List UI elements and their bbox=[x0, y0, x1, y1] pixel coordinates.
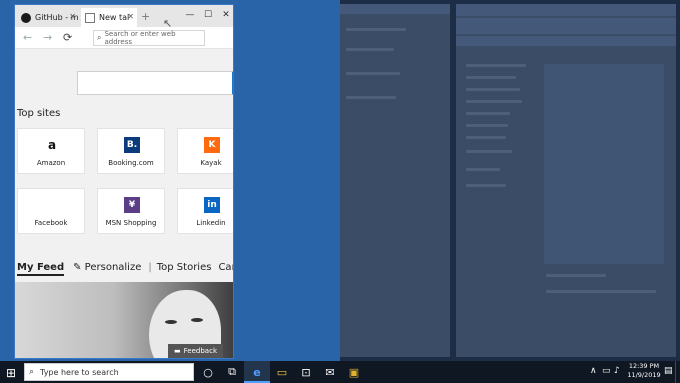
search-icon: ⌕ bbox=[97, 33, 102, 42]
web-search-input[interactable] bbox=[77, 71, 233, 95]
top-site-label: Amazon bbox=[36, 159, 66, 167]
feed-nav: My Feed ✎ Personalize | Top Stories Cana… bbox=[17, 260, 233, 276]
top-site-tile-facebook[interactable]: Facebook bbox=[17, 188, 85, 234]
notification-icon[interactable]: ▤ bbox=[664, 366, 673, 376]
top-site-label: Linkedin bbox=[196, 219, 226, 227]
address-input[interactable]: ⌕ Search or enter web address bbox=[93, 30, 205, 46]
app-icon[interactable]: ▣ bbox=[346, 364, 362, 380]
maximize-button[interactable]: ☐ bbox=[199, 7, 217, 23]
new-tab-page: Top sites a Amazon B. Booking.com K Kaya… bbox=[15, 49, 233, 358]
top-site-label: Kayak bbox=[200, 159, 222, 167]
store-icon[interactable]: ⊡ bbox=[298, 364, 314, 380]
tab-top-stories[interactable]: Top Stories bbox=[157, 262, 212, 276]
back-button[interactable]: ← bbox=[23, 31, 32, 44]
top-site-tile-booking[interactable]: B. Booking.com bbox=[97, 128, 165, 174]
file-explorer-icon[interactable]: ▭ bbox=[274, 364, 290, 380]
search-icon: ⌕ bbox=[29, 367, 35, 377]
eye-shape bbox=[165, 320, 177, 324]
personalize-link[interactable]: ✎ Personalize bbox=[73, 262, 141, 276]
minimize-button[interactable]: — bbox=[181, 7, 199, 23]
tab-new-tab[interactable]: New tal ✕ bbox=[81, 8, 137, 27]
tab-canada[interactable]: Canada bbox=[218, 262, 233, 276]
top-site-label: Facebook bbox=[34, 219, 68, 227]
clock-date: 11/9/2019 bbox=[627, 371, 661, 379]
divider: | bbox=[148, 262, 152, 273]
volume-icon[interactable]: ♪ bbox=[614, 366, 620, 376]
network-icon[interactable]: ▭ bbox=[602, 366, 611, 376]
taskbar-search-placeholder: Type here to search bbox=[40, 367, 119, 377]
mail-icon[interactable]: ✉ bbox=[322, 364, 338, 380]
msn-shopping-logo: ¥ bbox=[124, 197, 140, 213]
show-desktop-button[interactable] bbox=[675, 361, 680, 383]
tab-title: New tal bbox=[99, 13, 130, 22]
top-site-tile-amazon[interactable]: a Amazon bbox=[17, 128, 85, 174]
close-tab-icon[interactable]: ✕ bbox=[127, 12, 134, 21]
snap-assist-window-settings[interactable] bbox=[340, 4, 450, 357]
window-controls: — ☐ ✕ bbox=[181, 7, 233, 23]
task-view-icon[interactable]: ⧉ bbox=[224, 364, 240, 380]
feedback-icon: ▬ bbox=[174, 347, 181, 355]
close-window-button[interactable]: ✕ bbox=[217, 7, 233, 23]
tab-my-feed[interactable]: My Feed bbox=[17, 262, 65, 276]
github-icon bbox=[21, 12, 31, 23]
snap-assist-window-explorer[interactable] bbox=[456, 4, 676, 357]
address-placeholder: Search or enter web address bbox=[104, 30, 176, 46]
linkedin-logo: in bbox=[204, 197, 220, 213]
taskbar: ⊞ ⌕ Type here to search ○ ⧉ e ▭ ⊡ ✉ ▣ ∧ … bbox=[0, 361, 680, 383]
close-tab-icon[interactable]: ✕ bbox=[69, 12, 76, 21]
refresh-button[interactable]: ⟳ bbox=[63, 31, 72, 44]
edge-browser-window[interactable]: GitHub - m ✕ New tal ✕ + ↖ — ☐ ✕ ← → ⟳ ⌕… bbox=[14, 4, 234, 359]
top-site-tile-kayak[interactable]: K Kayak bbox=[177, 128, 233, 174]
eye-shape bbox=[191, 318, 203, 322]
top-sites-heading: Top sites bbox=[17, 108, 61, 119]
top-site-tile-linkedin[interactable]: in Linkedin bbox=[177, 188, 233, 234]
edge-page-icon bbox=[85, 12, 95, 23]
clock-time: 12:39 PM bbox=[628, 362, 660, 370]
tab-strip: GitHub - m ✕ New tal ✕ + ↖ — ☐ ✕ bbox=[15, 5, 233, 30]
kayak-logo: K bbox=[204, 137, 220, 153]
new-tab-button[interactable]: + bbox=[141, 10, 150, 23]
tray-overflow-icon[interactable]: ∧ bbox=[590, 366, 597, 376]
top-site-tile-msn-shopping[interactable]: ¥ MSN Shopping bbox=[97, 188, 165, 234]
address-bar-row: ← → ⟳ ⌕ Search or enter web address bbox=[15, 27, 233, 49]
feedback-label: Feedback bbox=[183, 347, 217, 355]
taskbar-search-input[interactable]: ⌕ Type here to search bbox=[24, 363, 194, 381]
system-clock[interactable]: 12:39 PM 11/9/2019 bbox=[622, 362, 666, 380]
cortana-icon[interactable]: ○ bbox=[200, 364, 216, 380]
top-site-label: Booking.com bbox=[108, 159, 154, 167]
personalize-label: Personalize bbox=[84, 262, 142, 273]
pencil-icon: ✎ bbox=[73, 262, 85, 273]
facebook-logo bbox=[44, 197, 60, 213]
forward-button[interactable]: → bbox=[43, 31, 52, 44]
edge-icon[interactable]: e bbox=[249, 364, 265, 380]
tab-github[interactable]: GitHub - m ✕ bbox=[17, 8, 79, 27]
amazon-logo: a bbox=[47, 138, 57, 152]
feed-article-image[interactable]: ▬ Feedback bbox=[15, 282, 233, 358]
booking-logo: B. bbox=[124, 137, 140, 153]
feedback-button[interactable]: ▬ Feedback bbox=[168, 344, 223, 358]
top-site-label: MSN Shopping bbox=[105, 219, 157, 227]
windows-start-icon[interactable]: ⊞ bbox=[6, 366, 16, 380]
